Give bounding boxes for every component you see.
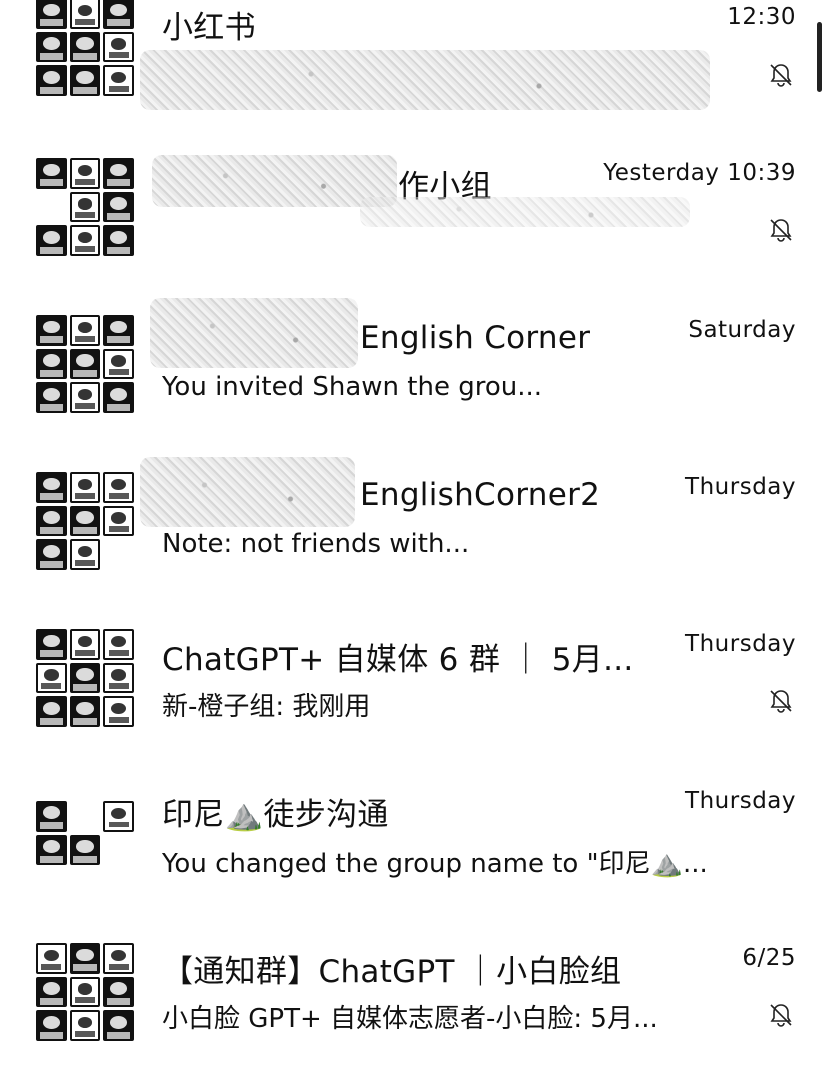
chat-row[interactable]: 小红书 12:30 [0, 0, 828, 150]
chat-time: Thursday [685, 631, 796, 657]
chat-title: EnglishCorner2 [360, 477, 601, 513]
chat-row[interactable]: 印尼⛰️徒步沟通 Thursday You changed the group … [0, 783, 828, 933]
chat-time: 12:30 [727, 4, 796, 30]
redaction [140, 50, 710, 110]
chat-title: 印尼⛰️徒步沟通 [162, 797, 389, 833]
group-avatar-icon [36, 472, 134, 570]
chat-preview: Note: not friends with... [162, 529, 470, 559]
chat-row[interactable]: ChatGPT+ 自媒体 6 群 ｜ 5月... Thursday 新-橙子组:… [0, 626, 828, 776]
chat-preview: You invited Shawn the grou... [162, 372, 543, 402]
bell-slash-icon [768, 217, 794, 243]
group-avatar-icon [36, 943, 134, 1041]
chat-time: Thursday [685, 474, 796, 500]
chat-title: 小红书 [162, 10, 256, 46]
chat-preview: 小白脸 GPT+ 自媒体志愿者-小白脸: 5月... [162, 1004, 658, 1034]
chat-time: Saturday [688, 317, 796, 343]
chat-title: 【通知群】ChatGPT ｜小白脸组 [162, 954, 622, 990]
group-avatar-icon [36, 629, 134, 727]
group-avatar-icon [36, 315, 134, 413]
chat-row[interactable]: EnglishCorner2 Thursday Note: not friend… [0, 457, 828, 619]
chat-time: Yesterday 10:39 [603, 160, 796, 186]
chat-title: ChatGPT+ 自媒体 6 群 ｜ 5月... [162, 642, 634, 678]
redaction [150, 298, 358, 368]
group-avatar-icon [36, 801, 134, 865]
redaction [140, 457, 355, 527]
chat-preview: 新-橙子组: 我刚用 [162, 692, 371, 722]
bell-slash-icon [768, 1002, 794, 1028]
chat-time: Thursday [685, 788, 796, 814]
chat-time: 6/25 [742, 945, 796, 971]
group-avatar-icon [36, 0, 134, 96]
bell-slash-icon [768, 688, 794, 714]
bell-slash-icon [768, 62, 794, 88]
chat-row[interactable]: 作小组 Yesterday 10:39 [0, 155, 828, 305]
redaction [360, 197, 690, 227]
redaction [152, 155, 397, 207]
chat-row[interactable]: 【通知群】ChatGPT ｜小白脸组 6/25 小白脸 GPT+ 自媒体志愿者-… [0, 940, 828, 1090]
chat-row[interactable]: English Corner Saturday You invited Shaw… [0, 298, 828, 462]
group-avatar-icon [36, 158, 134, 256]
chat-list: 小红书 12:30 作小组 Yesterday 10:39 English Co… [0, 0, 828, 1059]
chat-preview: You changed the group name to "印尼⛰️... [162, 849, 708, 879]
chat-title: English Corner [360, 320, 591, 356]
